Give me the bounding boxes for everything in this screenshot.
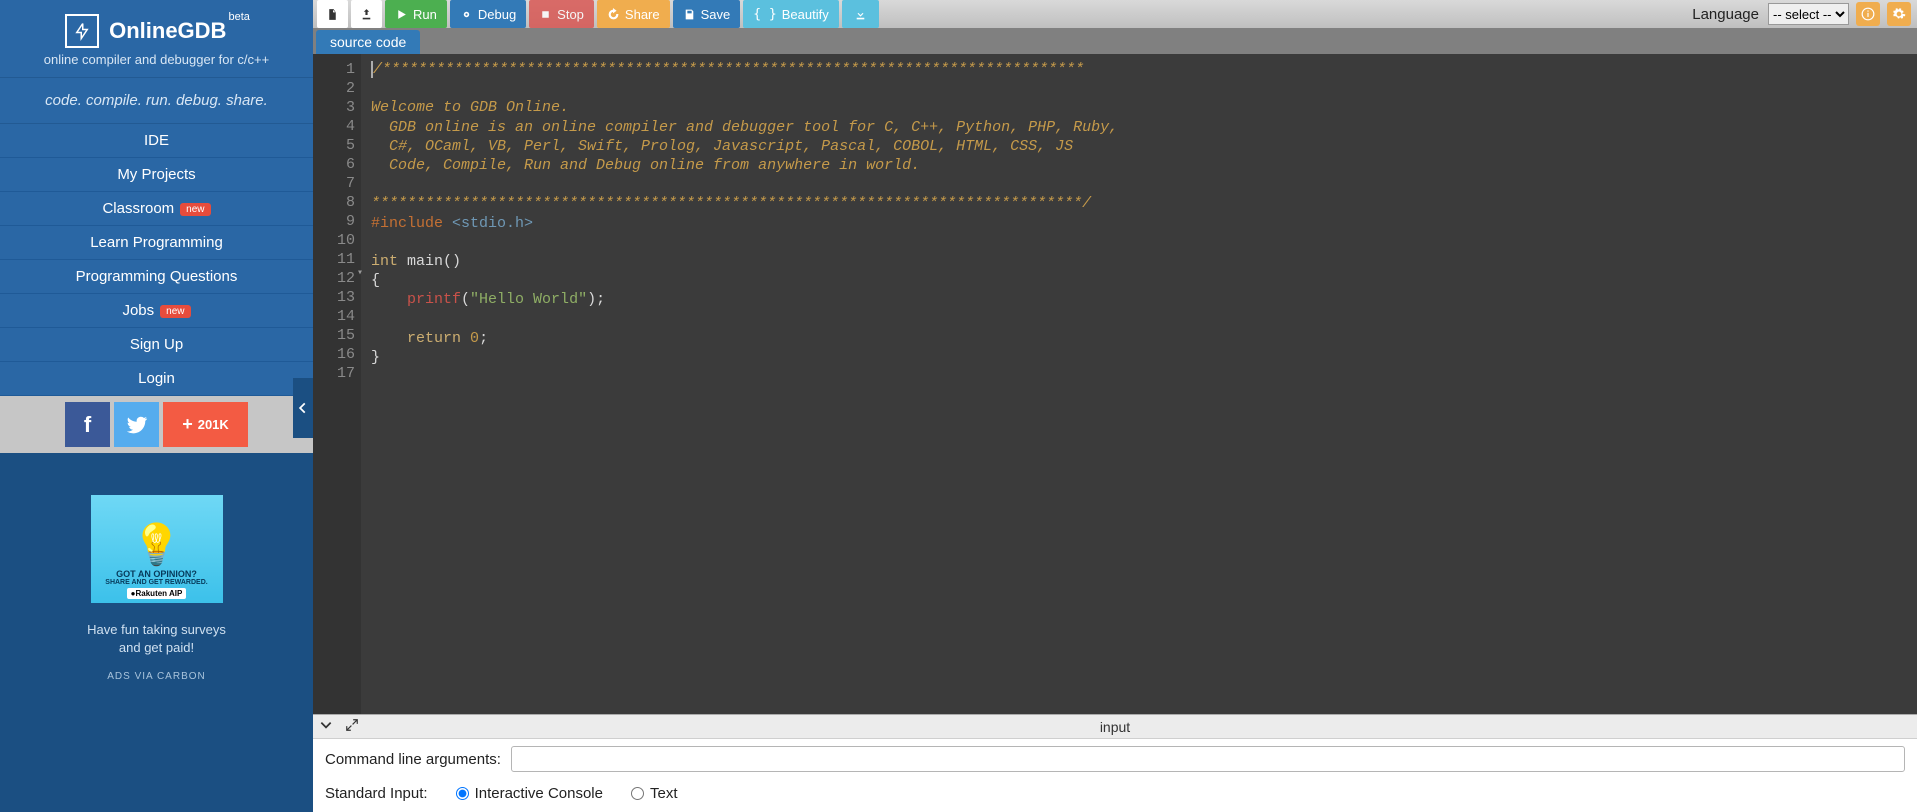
share-button[interactable]: Share	[597, 0, 670, 28]
save-button[interactable]: Save	[673, 0, 741, 28]
io-title: input	[1100, 719, 1130, 735]
badge-new: new	[160, 305, 190, 318]
sidebar: OnlineGDBbeta online compiler and debugg…	[0, 0, 313, 812]
beautify-button[interactable]: { } Beautify	[743, 0, 838, 28]
upload-button[interactable]	[351, 0, 382, 28]
stdin-opt-text[interactable]: Text	[631, 785, 678, 802]
expand-io-icon[interactable]	[339, 718, 365, 735]
nav-login[interactable]: Login	[0, 362, 313, 396]
stdin-opt-console[interactable]: Interactive Console	[456, 785, 603, 802]
language-label: Language	[1692, 6, 1765, 23]
cmd-args-label: Command line arguments:	[325, 751, 501, 768]
nav-my-projects[interactable]: My Projects	[0, 158, 313, 192]
tab-source-code[interactable]: source code	[316, 30, 420, 54]
debug-button[interactable]: Debug	[450, 0, 526, 28]
brand-title: OnlineGDBbeta	[109, 18, 248, 44]
info-button[interactable]	[1856, 2, 1880, 26]
code-area[interactable]: /***************************************…	[361, 54, 1917, 714]
cmd-args-row: Command line arguments:	[313, 739, 1917, 779]
main: Run Debug Stop Share Save { } Beautify	[313, 0, 1917, 812]
stop-button[interactable]: Stop	[529, 0, 594, 28]
nav-ide[interactable]: IDE	[0, 124, 313, 158]
nav-learn[interactable]: Learn Programming	[0, 226, 313, 260]
logo-icon	[65, 14, 99, 48]
tagline: code. compile. run. debug. share.	[0, 77, 313, 124]
nav-classroom[interactable]: Classroomnew	[0, 192, 313, 226]
logo-row: OnlineGDBbeta	[0, 0, 313, 52]
cmd-args-input[interactable]	[511, 746, 1905, 772]
facebook-icon[interactable]: f	[65, 402, 110, 447]
ad-via[interactable]: ADS VIA CARBON	[107, 671, 205, 682]
io-panel: input Command line arguments: Standard I…	[313, 714, 1917, 812]
tab-bar: source code	[313, 28, 1917, 54]
run-button[interactable]: Run	[385, 0, 447, 28]
stdin-label: Standard Input:	[325, 785, 428, 802]
io-header: input	[313, 715, 1917, 739]
share-count: 201K	[198, 417, 229, 432]
collapse-io-icon[interactable]	[313, 718, 339, 735]
plus-icon: +	[182, 414, 193, 435]
settings-button[interactable]	[1887, 2, 1911, 26]
lightbulb-icon: 💡	[132, 525, 182, 565]
line-gutter: 123456789101112▾1314151617	[313, 54, 361, 714]
language-select[interactable]: -- select --	[1768, 3, 1849, 25]
toolbar: Run Debug Stop Share Save { } Beautify	[313, 0, 1917, 28]
ad-zone: 💡 GOT AN OPINION? SHARE AND GET REWARDED…	[0, 453, 313, 812]
stdin-row: Standard Input: Interactive Console Text	[313, 779, 1917, 812]
twitter-icon[interactable]	[114, 402, 159, 447]
brand-subtitle: online compiler and debugger for c/c++	[0, 52, 313, 77]
badge-new: new	[180, 203, 210, 216]
social-row: f + 201K	[0, 396, 313, 453]
share-count-button[interactable]: + 201K	[163, 402, 248, 447]
new-file-button[interactable]	[317, 0, 348, 28]
collapse-sidebar-button[interactable]	[293, 378, 313, 438]
nav-jobs[interactable]: Jobsnew	[0, 294, 313, 328]
nav-signup[interactable]: Sign Up	[0, 328, 313, 362]
code-editor[interactable]: 123456789101112▾1314151617 /************…	[313, 54, 1917, 714]
ad-card[interactable]: 💡 GOT AN OPINION? SHARE AND GET REWARDED…	[91, 495, 223, 603]
download-button[interactable]	[842, 0, 879, 28]
nav-questions[interactable]: Programming Questions	[0, 260, 313, 294]
ad-text: Have fun taking surveys and get paid!	[87, 621, 226, 657]
